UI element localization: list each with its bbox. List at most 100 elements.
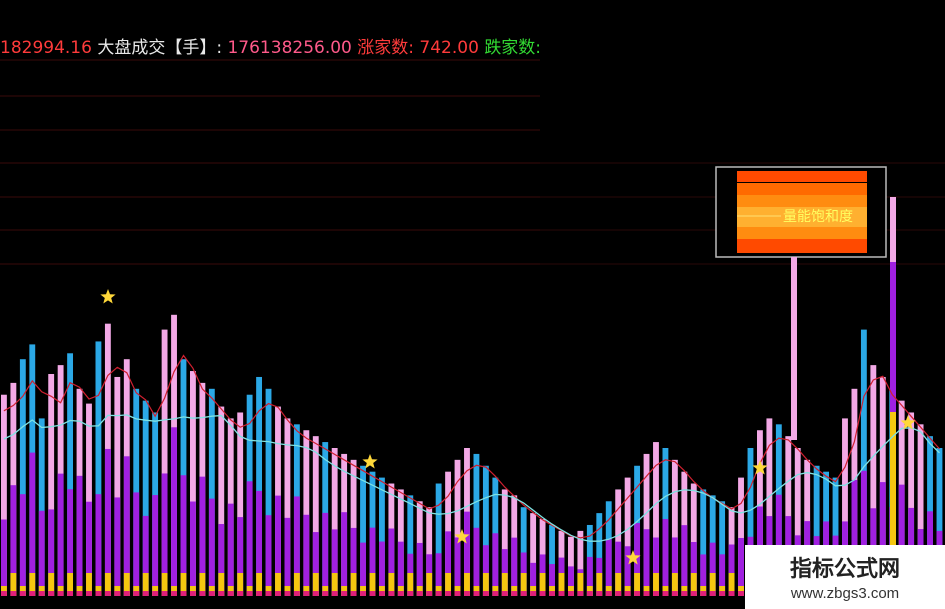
volume-bar-base <box>473 591 480 596</box>
volume-bar-base <box>586 591 593 596</box>
volume-bar-base <box>653 591 659 596</box>
volume-bar-base <box>218 591 225 596</box>
volume-bar-segment <box>114 497 121 596</box>
volume-bar-base <box>312 591 319 596</box>
volume-bar-base <box>379 591 385 596</box>
volume-bar-base <box>265 591 272 596</box>
volume-bar-base <box>539 591 546 596</box>
volume-bar-base <box>19 591 26 596</box>
volume-bar-base <box>634 591 641 596</box>
volume-bar-base <box>671 591 678 596</box>
volume-bar-segment <box>246 481 253 596</box>
volume-bar-segment <box>322 512 329 596</box>
volume-bar-base <box>435 591 442 596</box>
volume-bar-segment <box>265 515 272 596</box>
volume-bar-segment <box>57 473 64 596</box>
volume-bar-base <box>407 591 414 596</box>
volume-bar-base <box>615 591 622 596</box>
volume-bar-segment <box>681 525 688 596</box>
volume-bar-base <box>360 591 366 596</box>
volume-bar-segment <box>473 527 480 596</box>
volume-bar-segment <box>190 501 196 596</box>
volume-bar-base <box>331 591 338 596</box>
volume-bar-base <box>426 591 433 596</box>
volume-bar-base <box>709 591 716 596</box>
volume-bar-base <box>738 591 744 596</box>
volume-bar-segment <box>171 427 177 596</box>
volume-bar-base <box>293 591 300 596</box>
watermark-title: 指标公式网 <box>789 557 900 582</box>
volume-bar-base <box>133 591 140 596</box>
volume-bar-base <box>199 591 206 596</box>
volume-bar-base <box>690 591 697 596</box>
legend-label: 量能饱和度 <box>783 209 853 225</box>
volume-bar-segment <box>152 495 159 596</box>
volume-bar-segment <box>133 492 140 596</box>
volume-bar-base <box>596 591 603 596</box>
volume-bar-segment <box>38 510 45 596</box>
volume-bar-base <box>681 591 688 596</box>
volume-bar-base <box>67 591 74 596</box>
volume-bar-base <box>416 591 423 596</box>
volume-bar-base <box>180 591 187 596</box>
volume-bar-base <box>303 591 310 596</box>
volume-bar-base <box>341 591 348 596</box>
volume-bar-base <box>501 591 508 596</box>
volume-bar-base <box>397 591 404 596</box>
volume-bar-base <box>719 591 726 596</box>
volume-bar-base <box>605 591 612 596</box>
signal-star-icon <box>100 289 116 304</box>
volume-bar-base <box>568 591 574 596</box>
volume-bar-base <box>152 591 159 596</box>
volume-chart: 量能饱和度 <box>0 59 945 596</box>
volume-bar-segment <box>643 529 650 596</box>
volume-bar-base <box>511 591 518 596</box>
volume-bar-base <box>208 591 215 596</box>
volume-bar-base <box>549 591 555 596</box>
volume-bar-base <box>142 591 149 596</box>
legend-band <box>737 183 867 195</box>
volume-bar-base <box>171 591 177 596</box>
volume-bar-segment <box>284 517 291 596</box>
watermark: 指标公式网 www.zbgs3.com <box>745 545 945 609</box>
volume-bar-segment <box>1 519 7 596</box>
volume-bar-base <box>38 591 45 596</box>
volume-bar-base <box>123 591 130 596</box>
volume-bar-base <box>76 591 83 596</box>
volume-bar-base <box>662 591 669 596</box>
volume-bar-base <box>482 591 489 596</box>
volume-bar-base <box>29 591 36 596</box>
volume-bar-base <box>322 591 329 596</box>
volume-bar-segment <box>76 475 83 596</box>
legend-band <box>737 195 867 207</box>
legend-band <box>737 227 867 239</box>
volume-bar-base <box>95 591 102 596</box>
volume-bar-base <box>577 591 584 596</box>
volume-bar-base <box>256 591 263 596</box>
volume-bar-base <box>57 591 64 596</box>
volume-bar-segment <box>303 514 310 596</box>
volume-bar-segment <box>341 512 348 596</box>
volume-bar-base <box>369 591 376 596</box>
volume-bar-segment <box>95 494 102 596</box>
volume-bar-base <box>454 591 461 596</box>
legend-band <box>737 171 867 182</box>
volume-bar-base <box>464 591 470 596</box>
volume-bar-base <box>104 591 111 596</box>
volume-bar-base <box>246 591 253 596</box>
volume-bar-base <box>275 591 281 596</box>
volume-bar-base <box>284 591 291 596</box>
volume-bar-base <box>86 591 92 596</box>
legend-band <box>737 239 867 253</box>
volume-bar-base <box>190 591 196 596</box>
volume-bar-base <box>10 591 17 596</box>
volume-bar-base <box>48 591 55 596</box>
volume-bar-segment <box>227 503 234 596</box>
volume-bar-segment <box>208 498 215 596</box>
volume-bar-base <box>492 591 499 596</box>
volume-bar-base <box>643 591 650 596</box>
volume-bar-base <box>445 591 452 596</box>
volume-bar-base <box>700 591 707 596</box>
volume-bar-base <box>114 591 121 596</box>
volume-bar-base <box>350 591 357 596</box>
